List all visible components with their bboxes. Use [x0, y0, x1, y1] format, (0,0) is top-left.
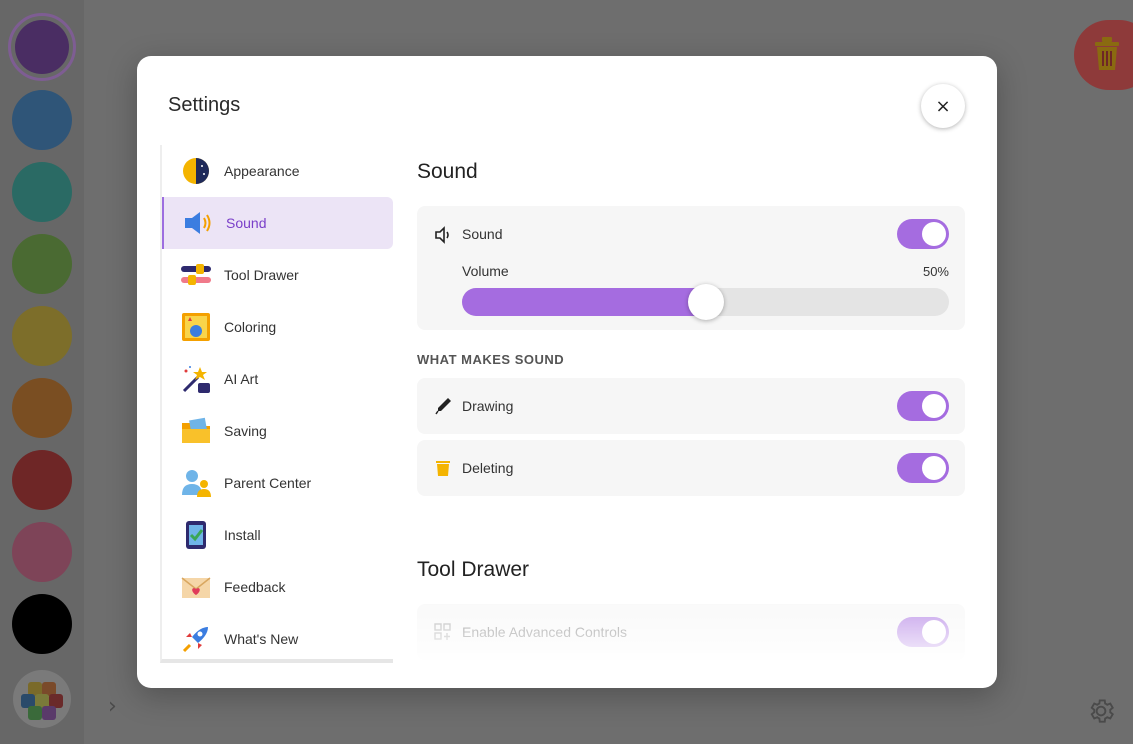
sidebar-item-coloring[interactable]: Coloring	[162, 301, 393, 353]
toggle-knob	[922, 620, 946, 644]
close-button[interactable]: ×	[921, 84, 965, 128]
parent-icon	[182, 470, 211, 497]
toggle-knob	[922, 222, 946, 246]
toggle-knob	[922, 394, 946, 418]
deleting-row: Deleting	[417, 440, 965, 496]
sidebar-item-install[interactable]: Install	[162, 509, 393, 561]
modal-title: Settings	[168, 94, 241, 116]
deleting-toggle[interactable]	[897, 453, 949, 483]
folder-icon	[182, 417, 210, 443]
sidebar-item-appearance[interactable]: Appearance	[162, 145, 393, 197]
sidebar-item-label: AI Art	[224, 371, 259, 387]
advanced-controls-row: Enable Advanced Controls	[417, 604, 965, 660]
envelope-heart-icon	[181, 577, 211, 598]
sound-card: Sound Volume 50%	[417, 206, 965, 330]
toggle-knob	[922, 456, 946, 480]
sidebar-item-feedback[interactable]: Feedback	[162, 561, 393, 613]
color-swatch-red[interactable]	[12, 450, 72, 510]
sidebar-item-sound[interactable]: Sound	[162, 197, 393, 249]
chevron-right-icon[interactable]: ›	[108, 694, 117, 719]
sidebar-item-label: Appearance	[224, 163, 300, 179]
sidebar-item-label: Tool Drawer	[224, 267, 299, 283]
color-swatch-yellow[interactable]	[12, 306, 72, 366]
color-swatch-black[interactable]	[12, 594, 72, 654]
sidebar-item-label: Parent Center	[224, 475, 312, 491]
sound-toggle[interactable]	[897, 219, 949, 249]
color-swatch-teal[interactable]	[12, 162, 72, 222]
volume-label: Volume	[462, 263, 509, 279]
sidebar-item-tool-drawer[interactable]: Tool Drawer	[162, 249, 393, 301]
color-swatch-orange[interactable]	[12, 378, 72, 438]
sidebar-item-parent-center[interactable]: Parent Center	[162, 457, 393, 509]
color-swatch-blue[interactable]	[12, 90, 72, 150]
settings-content: Sound Sound Volume 50% WHAT MAKES SOUND …	[417, 145, 965, 663]
sidebar-item-label: What's New	[224, 631, 299, 647]
color-swatch-green[interactable]	[12, 234, 72, 294]
drawing-row: Drawing	[417, 378, 965, 434]
coloring-book-icon	[182, 313, 210, 341]
color-hexagon-icon	[28, 706, 42, 720]
sidebar-item-ai-art[interactable]: AI Art	[162, 353, 393, 405]
volume-slider[interactable]	[462, 284, 949, 320]
sun-moon-icon	[183, 158, 209, 184]
advanced-controls-label: Enable Advanced Controls	[462, 624, 627, 640]
sidebar-item-label: Saving	[224, 423, 267, 439]
sidebar-item-whats-new[interactable]: What's New	[162, 613, 393, 659]
volume-slider-fill	[462, 288, 706, 316]
sound-heading: Sound	[417, 160, 478, 183]
sidebar-item-saving[interactable]: Saving	[162, 405, 393, 457]
settings-modal: Settings × Appearance Sound Tool Drawer …	[137, 56, 997, 688]
settings-sidebar: Appearance Sound Tool Drawer Coloring AI…	[160, 145, 393, 663]
what-makes-sound-label: WHAT MAKES SOUND	[417, 352, 565, 367]
volume-slider-thumb[interactable]	[687, 284, 724, 320]
sidebar-item-label: Sound	[226, 215, 267, 231]
sound-toggle-label: Sound	[462, 226, 503, 242]
rocket-icon	[182, 627, 208, 653]
sidebar-item-label: Coloring	[224, 319, 277, 335]
deleting-label: Deleting	[462, 460, 514, 476]
color-picker-button[interactable]	[13, 670, 71, 728]
sidebar-item-label: Feedback	[224, 579, 286, 595]
drawing-toggle[interactable]	[897, 391, 949, 421]
pen-icon	[435, 398, 451, 415]
speaker-icon	[185, 212, 211, 234]
trash-icon	[1095, 37, 1119, 70]
trash-icon	[436, 461, 450, 476]
drawing-label: Drawing	[462, 398, 514, 414]
color-hexagon-icon	[42, 706, 56, 720]
sidebar-item-label: Install	[224, 527, 261, 543]
magic-wand-icon	[182, 366, 210, 393]
close-icon: ×	[935, 95, 951, 117]
gear-icon[interactable]	[1086, 696, 1116, 726]
speaker-icon	[435, 226, 449, 244]
volume-value: 50%	[922, 264, 949, 279]
grid-plus-icon	[434, 623, 451, 640]
color-swatch-purple[interactable]	[8, 13, 76, 81]
sliders-icon	[181, 264, 211, 285]
color-swatch-pink[interactable]	[12, 522, 72, 582]
advanced-controls-toggle[interactable]	[897, 617, 949, 647]
phone-install-icon	[186, 521, 206, 549]
tool-drawer-heading: Tool Drawer	[417, 558, 530, 581]
